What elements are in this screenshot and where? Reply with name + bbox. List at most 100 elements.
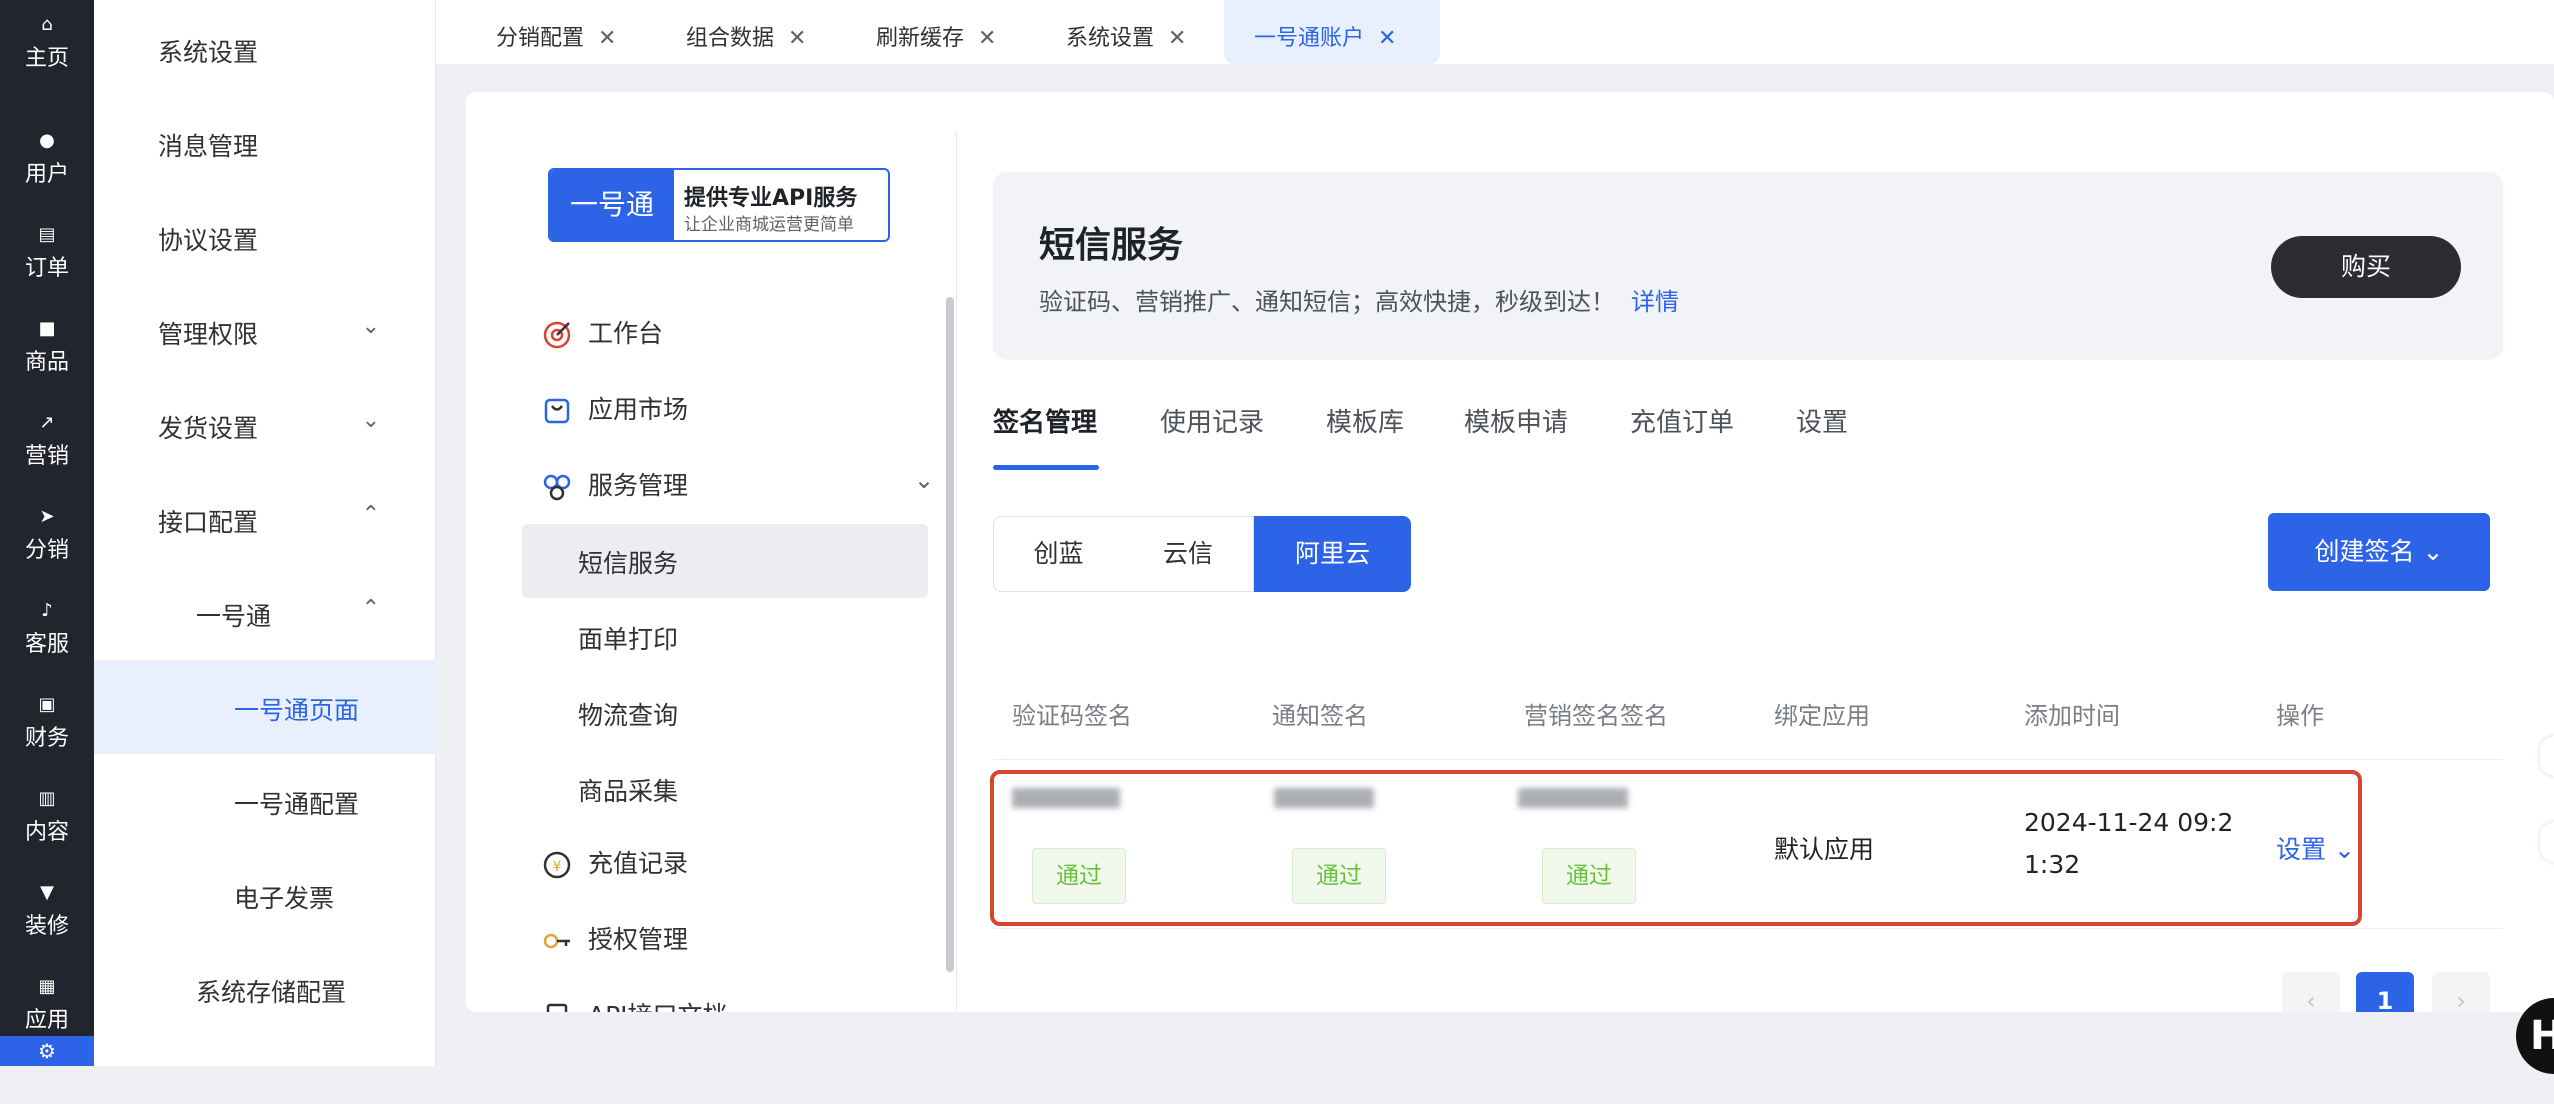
rail-label: 装修: [24, 914, 69, 939]
tab-label: 刷新缓存: [876, 26, 965, 51]
menu-item-waybill[interactable]: 面单打印: [522, 600, 928, 674]
rail-item-product[interactable]: ■ 商品: [0, 316, 94, 376]
menu-item-sms[interactable]: 短信服务: [522, 524, 928, 598]
rail-label: 客服: [24, 632, 69, 657]
submenu-item-system-settings[interactable]: 系统设置: [94, 2, 436, 96]
rail-item-service[interactable]: ♪ 客服: [0, 598, 94, 658]
pagination-page[interactable]: 1: [2356, 972, 2414, 1012]
chevron-down-icon: ⌄: [914, 466, 935, 494]
submenu-item-agreements[interactable]: 协议设置: [94, 190, 436, 284]
rail-item-distribution[interactable]: ➤ 分销: [0, 504, 94, 564]
table-row-divider: [993, 928, 2503, 929]
apps-icon: ▦: [38, 976, 56, 997]
tab-signature-management[interactable]: 签名管理: [993, 402, 1097, 439]
book-icon: ▥: [38, 788, 56, 809]
submenu-label: 管理权限: [158, 320, 259, 349]
banner-title: 短信服务: [1039, 225, 1184, 266]
submenu-label: 接口配置: [158, 508, 259, 537]
tab-combined-data[interactable]: 组合数据 ✕: [686, 0, 806, 64]
rail-label: 订单: [24, 256, 69, 281]
tab-refresh-cache[interactable]: 刷新缓存 ✕: [876, 0, 996, 64]
menu-item-logistics[interactable]: 物流查询: [522, 676, 928, 750]
submenu-item-yihaotong[interactable]: 一号通 ⌃: [94, 566, 436, 660]
page-tab-bar: 分销配置 ✕ 组合数据 ✕ 刷新缓存 ✕ 系统设置 ✕ 一号通账户 ✕: [436, 0, 2554, 64]
rail-item-user[interactable]: ● 用户: [0, 128, 94, 188]
tab-distribution-config[interactable]: 分销配置 ✕: [496, 0, 616, 64]
wallet-icon: ▣: [38, 694, 56, 715]
rail-item-settings[interactable]: ⚙: [0, 1036, 94, 1066]
rail-item-content[interactable]: ▥ 内容: [0, 786, 94, 846]
chevron-up-icon: ⌃: [361, 596, 380, 621]
provider-chuanglan[interactable]: 创蓝: [993, 516, 1124, 592]
tab-system-settings[interactable]: 系统设置 ✕: [1066, 0, 1186, 64]
submenu-label: 消息管理: [158, 132, 259, 161]
menu-item-authorization[interactable]: 授权管理: [542, 920, 688, 960]
chevron-down-icon: ⌄: [361, 314, 380, 339]
rail-item-marketing[interactable]: ↗ 营销: [0, 410, 94, 470]
rail-item-order[interactable]: ▤ 订单: [0, 222, 94, 282]
close-icon[interactable]: ✕: [788, 26, 806, 51]
pagination-prev[interactable]: ‹: [2282, 972, 2340, 1012]
close-icon[interactable]: ✕: [1168, 26, 1186, 51]
buy-button[interactable]: 购买: [2271, 236, 2461, 298]
edge-widget[interactable]: [2540, 822, 2554, 862]
menu-label: 工作台: [588, 319, 664, 348]
submenu-label: 电子发票: [234, 884, 335, 913]
details-link[interactable]: 详情: [1631, 288, 1679, 316]
brush-icon: ▼: [40, 882, 54, 903]
menu-label: 商品采集: [578, 777, 679, 806]
close-icon[interactable]: ✕: [1378, 26, 1396, 51]
tab-label: 分销配置: [496, 26, 585, 51]
tab-settings[interactable]: 设置: [1796, 402, 1848, 439]
brand-title: 提供专业API服务: [684, 186, 858, 211]
submenu-item-storage[interactable]: 系统存储配置: [94, 942, 436, 1036]
active-tab-indicator: [993, 465, 1099, 470]
provider-aliyun[interactable]: 阿里云: [1254, 516, 1411, 592]
close-icon[interactable]: ✕: [978, 26, 996, 51]
menu-item-app-market[interactable]: 应用市场: [542, 390, 688, 430]
rail-item-home[interactable]: ⌂ 主页: [0, 12, 94, 72]
menu-scrollbar[interactable]: [946, 297, 954, 972]
service-menu: 一号通 提供专业API服务 让企业商城运营更简单 工作台 应用市场 服务管理 ⌄…: [466, 92, 956, 1012]
banner-description: 验证码、营销推广、通知短信；高效快捷，秒级到达！ 详情: [1039, 282, 1679, 317]
rail-label: 分销: [24, 538, 69, 563]
menu-label: 物流查询: [578, 701, 679, 730]
menu-label: 授权管理: [588, 925, 689, 954]
user-icon: ●: [39, 130, 55, 151]
tab-usage-records[interactable]: 使用记录: [1160, 402, 1264, 439]
menu-item-service-management[interactable]: 服务管理 ⌄: [542, 466, 942, 506]
rail-item-apps[interactable]: ▦ 应用: [0, 974, 94, 1034]
brand-logo: 一号通 提供专业API服务 让企业商城运营更简单: [548, 168, 890, 242]
distribution-icon: ➤: [39, 506, 55, 527]
close-icon[interactable]: ✕: [598, 26, 616, 51]
submenu-item-yihaotong-config[interactable]: 一号通配置: [94, 754, 436, 848]
brand-logo-mark: 一号通: [550, 170, 674, 240]
submenu-label: 发货设置: [158, 414, 259, 443]
menu-item-recharge-records[interactable]: ¥ 充值记录: [542, 844, 688, 884]
edge-widget[interactable]: [2540, 736, 2554, 776]
pagination-next[interactable]: ›: [2432, 972, 2490, 1012]
submenu-item-shipping[interactable]: 发货设置 ⌄: [94, 378, 436, 472]
menu-item-api-docs[interactable]: API接口文档: [542, 996, 728, 1012]
submenu-item-messages[interactable]: 消息管理: [94, 96, 436, 190]
tab-recharge-orders[interactable]: 充值订单: [1630, 402, 1734, 439]
submenu-label: 一号通配置: [234, 790, 360, 819]
provider-yunxin[interactable]: 云信: [1123, 516, 1254, 592]
tab-yihaotong-account[interactable]: 一号通账户 ✕: [1224, 0, 1440, 64]
rail-item-finance[interactable]: ▣ 财务: [0, 692, 94, 752]
bell-icon: ♪: [41, 600, 53, 621]
menu-item-workbench[interactable]: 工作台: [542, 314, 663, 354]
col-header-marketing: 营销签名签名: [1524, 702, 1668, 730]
tab-template-library[interactable]: 模板库: [1326, 402, 1404, 439]
col-header-bound-app: 绑定应用: [1774, 702, 1870, 730]
menu-item-collect[interactable]: 商品采集: [522, 752, 928, 826]
rail-item-decor[interactable]: ▼ 装修: [0, 880, 94, 940]
home-icon: ⌂: [41, 14, 53, 35]
submenu-item-yihaotong-page[interactable]: 一号通页面: [94, 660, 436, 754]
tab-label: 系统设置: [1066, 26, 1155, 51]
submenu-item-interfaces[interactable]: 接口配置 ⌃: [94, 472, 436, 566]
create-signature-button[interactable]: 创建签名 ⌄: [2268, 513, 2490, 591]
submenu-item-permissions[interactable]: 管理权限 ⌄: [94, 284, 436, 378]
submenu-item-e-invoice[interactable]: 电子发票: [94, 848, 436, 942]
tab-template-application[interactable]: 模板申请: [1464, 402, 1568, 439]
